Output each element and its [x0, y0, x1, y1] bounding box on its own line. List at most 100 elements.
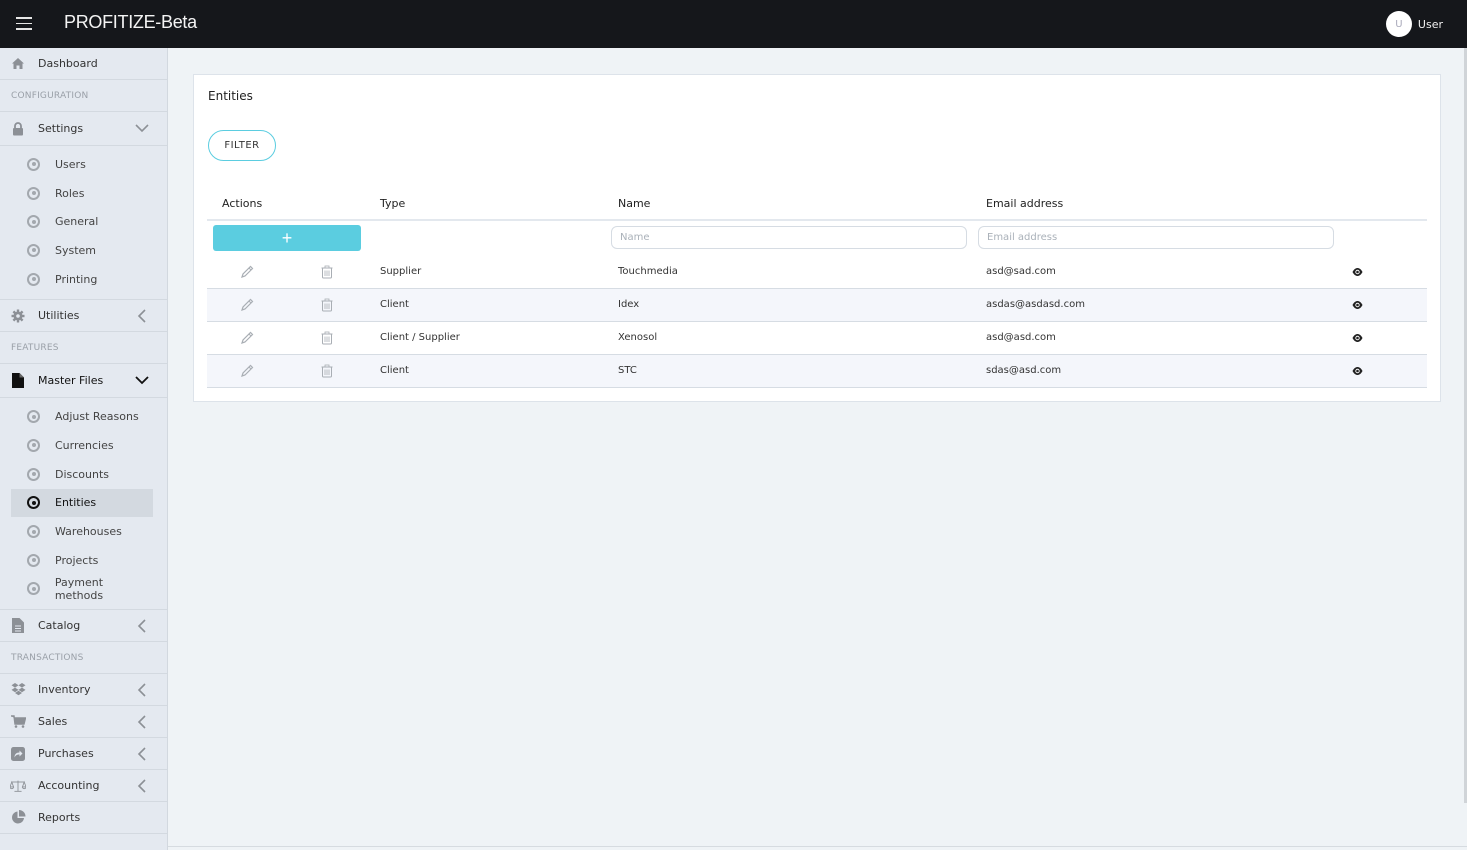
eye-icon[interactable] [1352, 366, 1363, 376]
gear-icon [10, 308, 26, 324]
trash-icon[interactable] [320, 364, 334, 378]
sidebar-item-label: Sales [38, 715, 68, 729]
filter-button[interactable]: FILTER [208, 130, 276, 161]
circle-dot-icon [27, 553, 40, 567]
name-filter-input[interactable] [611, 226, 967, 249]
circle-dot-icon [27, 215, 40, 229]
table-row: Supplier Touchmedia asd@sad.com [207, 256, 1427, 289]
email-filter-input[interactable] [978, 226, 1334, 249]
column-header-email[interactable]: Email address [986, 197, 1063, 210]
circle-dot-icon [27, 410, 40, 424]
document-icon [10, 618, 26, 634]
sidebar-item-label: Settings [38, 122, 84, 135]
sidebar-item-payment-methods[interactable]: Payment methods [11, 575, 153, 604]
sidebar-item-accounting[interactable]: Accounting [0, 770, 167, 803]
avatar[interactable]: U [1385, 11, 1412, 37]
sidebar-item-inventory[interactable]: Inventory [0, 674, 167, 707]
circle-dot-icon [27, 582, 40, 596]
hamburger-menu-icon[interactable] [16, 17, 32, 30]
eye-icon[interactable] [1352, 300, 1363, 310]
sidebar-item-printing[interactable]: Printing [11, 265, 153, 294]
sidebar-item-purchases[interactable]: Purchases [0, 738, 167, 771]
chevron-left-icon[interactable] [135, 309, 149, 324]
sidebar-item-label: Utilities [38, 309, 80, 323]
sidebar-item-discounts[interactable]: Discounts [11, 460, 153, 489]
cell-email: sdas@asd.com [986, 365, 1062, 376]
sidebar-item-entities[interactable]: Entities [11, 488, 153, 518]
lock-icon [10, 121, 26, 137]
master-files-submenu: Adjust Reasons Currencies Discounts Enti… [0, 398, 167, 611]
settings-submenu: Users Roles General System Printing [0, 146, 167, 301]
chevron-left-icon[interactable] [135, 619, 149, 633]
sidebar-item-sales[interactable]: Sales [0, 706, 167, 739]
sidebar-item-label: Warehouses [55, 525, 122, 539]
sidebar-item-label: Reports [38, 811, 81, 825]
circle-dot-icon [27, 243, 40, 257]
user-name[interactable]: User [1418, 18, 1443, 31]
sidebar-item-label: Purchases [38, 747, 94, 761]
sidebar-item-master-files[interactable]: Master Files [0, 364, 167, 399]
column-header-name[interactable]: Name [618, 197, 650, 210]
sidebar-item-label: Inventory [38, 683, 91, 697]
pencil-icon[interactable] [240, 331, 254, 345]
cell-name: Idex [618, 299, 640, 310]
sidebar-item-catalog[interactable]: Catalog [0, 610, 167, 643]
chevron-left-icon[interactable] [135, 683, 149, 697]
sidebar-item-label: Payment methods [54, 575, 104, 602]
sidebar-item-dashboard[interactable]: Dashboard [0, 48, 167, 80]
circle-dot-icon [27, 525, 40, 539]
sidebar-item-label: Entities [55, 496, 97, 510]
home-icon [10, 56, 26, 72]
cell-type: Client [380, 299, 409, 310]
table-row: Client / Supplier Xenosol asd@asd.com [207, 322, 1427, 355]
sidebar-item-label: Discounts [55, 467, 110, 481]
chevron-down-icon[interactable] [135, 121, 149, 135]
section-configuration: CONFIGURATION [0, 80, 167, 112]
sidebar-item-label: Projects [55, 553, 99, 567]
sidebar-item-adjust-reasons[interactable]: Adjust Reasons [11, 402, 153, 431]
sidebar: Dashboard CONFIGURATION Settings Users R… [0, 48, 168, 850]
section-features: FEATURES [0, 332, 167, 365]
add-entity-button[interactable]: + [213, 225, 361, 251]
cell-email: asdas@asdasd.com [986, 299, 1085, 310]
pencil-icon[interactable] [240, 298, 254, 312]
sidebar-item-label: General [55, 215, 99, 229]
sidebar-item-system[interactable]: System [11, 236, 153, 265]
sidebar-item-reports[interactable]: Reports [0, 802, 167, 835]
sidebar-item-label: Accounting [38, 779, 100, 793]
chevron-left-icon[interactable] [135, 715, 149, 729]
sidebar-item-users[interactable]: Users [11, 150, 153, 179]
top-bar: PROFITIZE-Beta U User [0, 0, 1467, 48]
sidebar-item-label: Adjust Reasons [55, 410, 139, 424]
sidebar-item-projects[interactable]: Projects [11, 546, 153, 575]
trash-icon[interactable] [320, 331, 334, 345]
circle-dot-icon [27, 186, 40, 200]
page-title: Entities [208, 89, 253, 103]
pencil-icon[interactable] [240, 265, 254, 279]
chevron-down-icon[interactable] [135, 373, 149, 387]
trash-icon[interactable] [320, 265, 334, 279]
column-header-type[interactable]: Type [380, 197, 405, 210]
eye-icon[interactable] [1352, 333, 1363, 343]
sidebar-item-roles[interactable]: Roles [11, 179, 153, 208]
chevron-left-icon[interactable] [135, 779, 149, 793]
sidebar-item-settings[interactable]: Settings [0, 112, 167, 146]
circle-dot-icon [27, 496, 40, 510]
circle-dot-icon [27, 157, 40, 171]
column-header-actions: Actions [222, 197, 263, 210]
sidebar-item-currencies[interactable]: Currencies [11, 431, 153, 460]
pencil-icon[interactable] [240, 364, 254, 378]
share-square-icon [10, 746, 26, 762]
eye-icon[interactable] [1352, 267, 1363, 277]
cell-type: Client [380, 365, 409, 376]
trash-icon[interactable] [320, 298, 334, 312]
chevron-left-icon[interactable] [135, 747, 149, 761]
sidebar-item-general[interactable]: General [11, 207, 153, 236]
user-menu[interactable]: U User [1385, 11, 1443, 37]
sidebar-item-warehouses[interactable]: Warehouses [11, 517, 153, 546]
sidebar-item-label: Printing [55, 272, 98, 286]
cell-name: STC [618, 365, 637, 376]
sidebar-item-utilities[interactable]: Utilities [0, 300, 167, 333]
balance-scale-icon [10, 778, 26, 794]
filter-row: + [207, 221, 1427, 256]
